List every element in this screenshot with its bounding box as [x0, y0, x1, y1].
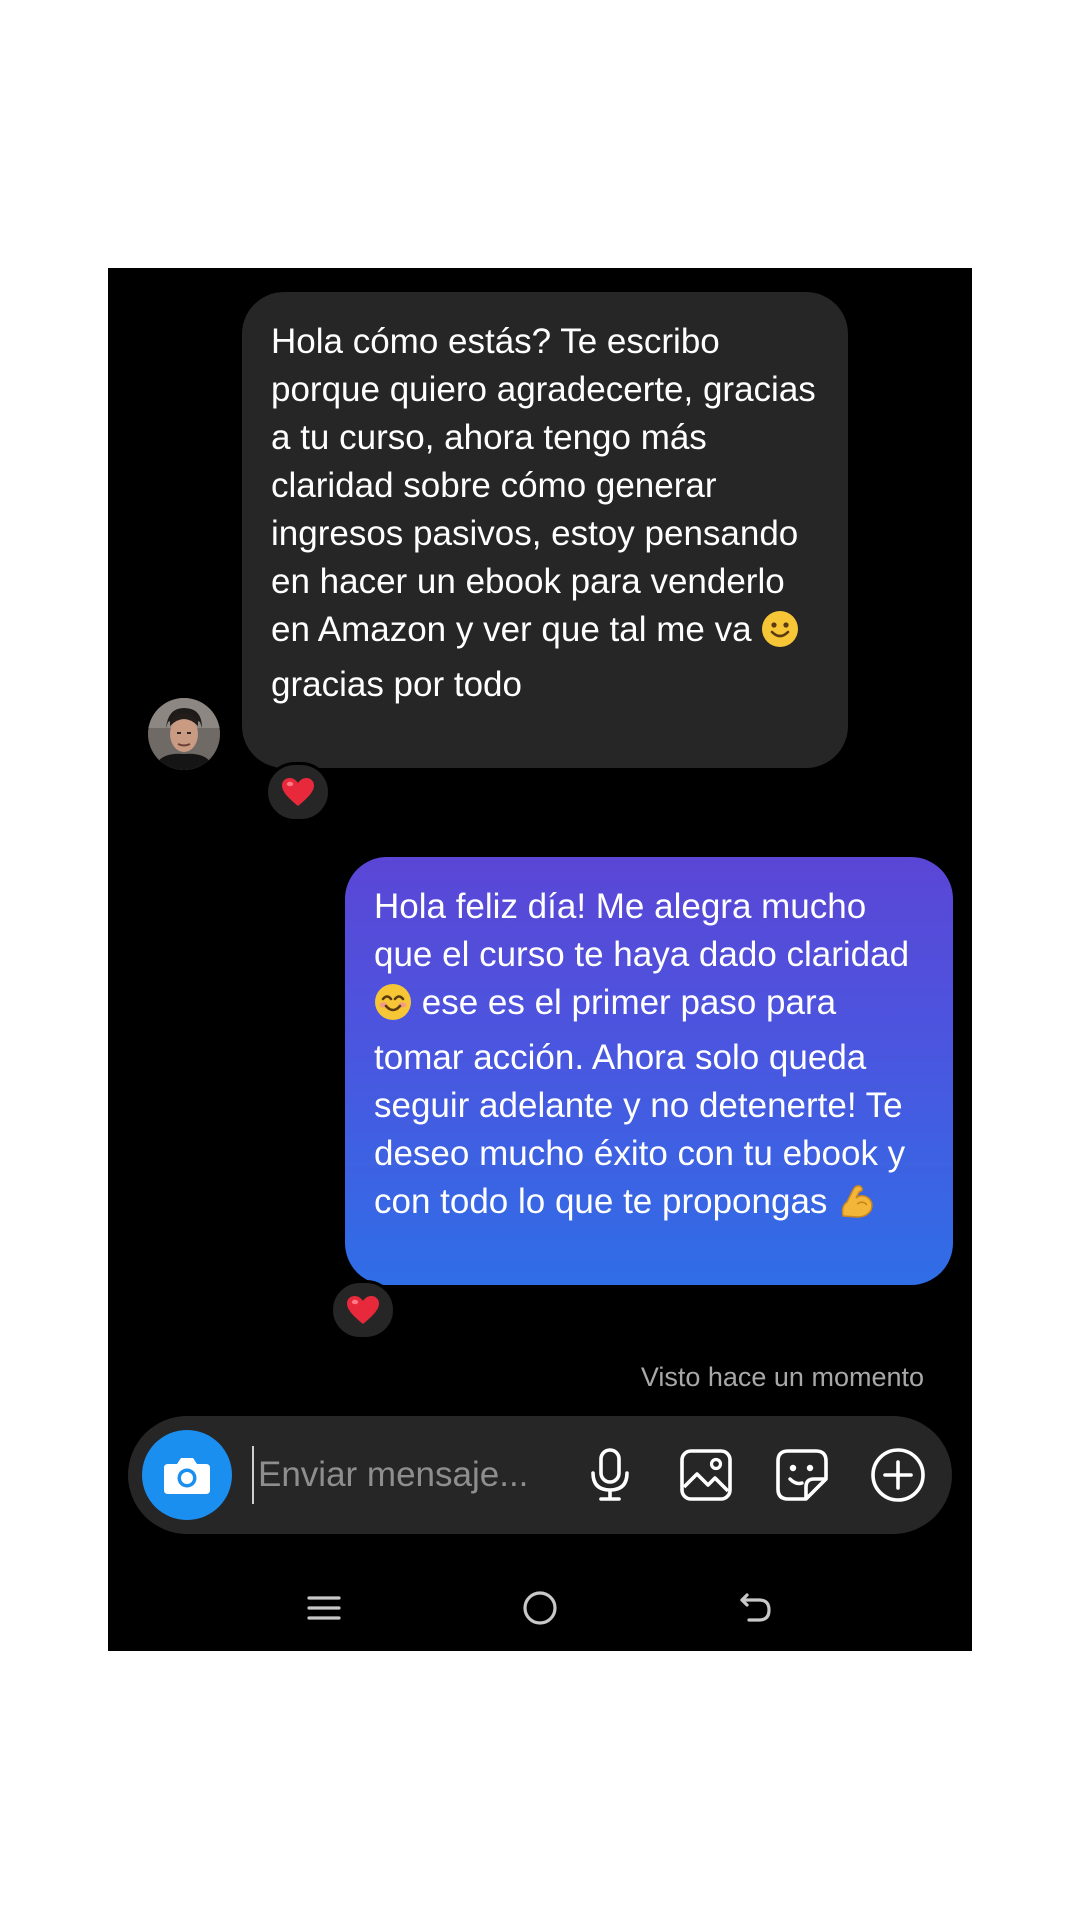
camera-icon [164, 1458, 210, 1494]
microphone-icon [591, 1448, 629, 1501]
red-heart-icon [282, 778, 314, 806]
more-options-button[interactable] [864, 1441, 932, 1509]
voice-message-button[interactable] [576, 1441, 644, 1509]
back-icon [740, 1593, 771, 1622]
gallery-button[interactable] [672, 1441, 740, 1509]
message-composer [128, 1416, 952, 1534]
outgoing-message-text: Hola feliz día! Me alegra mucho que el c… [374, 887, 910, 974]
system-navigation-bar [108, 1568, 972, 1648]
avatar[interactable] [148, 698, 220, 770]
sticker-icon [776, 1449, 828, 1501]
smiling-face-with-smiling-eyes-icon [374, 983, 412, 1034]
flexed-biceps-icon [837, 1180, 877, 1233]
recents-button[interactable] [294, 1578, 354, 1638]
incoming-message-text: Hola cómo estás? Te escribo porque quier… [271, 322, 816, 649]
back-button[interactable] [726, 1578, 786, 1638]
red-heart-icon [347, 1296, 379, 1324]
chat-screen: Hola cómo estás? Te escribo porque quier… [108, 268, 972, 1651]
outgoing-reaction[interactable] [330, 1280, 396, 1340]
slightly-smiling-face-icon [761, 610, 799, 661]
seen-status: Visto hace un momento [640, 1362, 924, 1392]
outgoing-message-text-2: ese es el primer paso para tomar acción.… [374, 983, 906, 1221]
outgoing-message[interactable]: Hola feliz día! Me alegra mucho que el c… [345, 857, 953, 1285]
plus-icon [871, 1448, 925, 1502]
gallery-icon [680, 1449, 732, 1501]
home-icon [523, 1591, 557, 1625]
incoming-message-text-end: gracias por todo [271, 665, 522, 704]
message-input[interactable] [252, 1446, 558, 1504]
profile-photo-icon [148, 698, 220, 770]
recents-icon [307, 1596, 341, 1620]
incoming-reaction[interactable] [265, 762, 331, 822]
incoming-message[interactable]: Hola cómo estás? Te escribo porque quier… [242, 292, 848, 768]
home-button[interactable] [510, 1578, 570, 1638]
sticker-button[interactable] [768, 1441, 836, 1509]
camera-button[interactable] [142, 1430, 232, 1520]
